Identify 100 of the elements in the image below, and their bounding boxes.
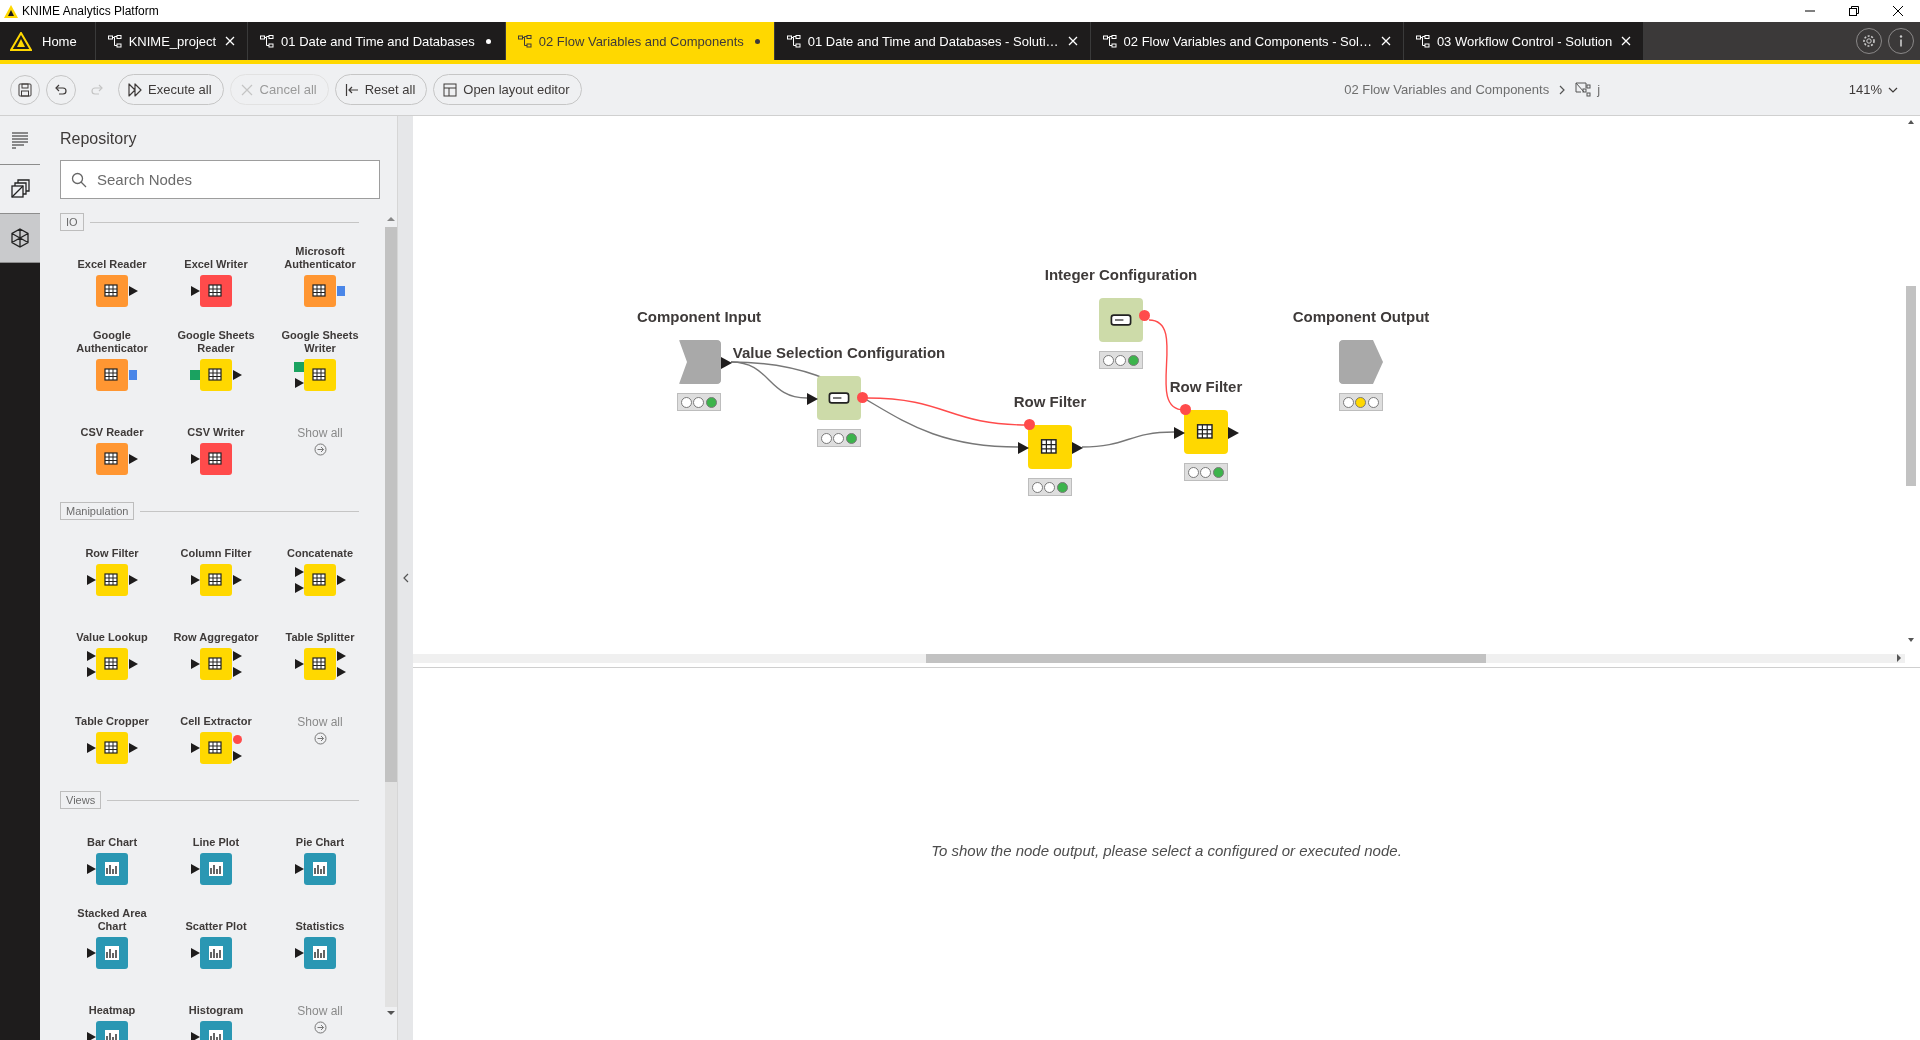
port-triangle-icon: [336, 575, 346, 585]
sidebar-tab[interactable]: [0, 165, 40, 214]
node-icon[interactable]: [817, 376, 861, 420]
component-icon: [1575, 82, 1592, 97]
node-label: Value Selection Configuration: [732, 344, 946, 362]
undo-button[interactable]: [46, 74, 76, 105]
node-label: Google Sheets Reader: [176, 329, 256, 355]
node-icon[interactable]: [200, 648, 232, 680]
node-label: Pie Chart: [294, 836, 346, 849]
node-icon[interactable]: [304, 275, 336, 307]
node-icon[interactable]: [304, 853, 336, 885]
port-square-icon: [129, 370, 137, 380]
component-output-node[interactable]: [1339, 340, 1383, 384]
node-icon[interactable]: [304, 648, 336, 680]
chevron-right-icon: [1559, 84, 1566, 95]
node-icon[interactable]: [200, 937, 232, 969]
collapse-icon[interactable]: [402, 573, 409, 583]
search-field[interactable]: Search Nodes: [60, 160, 380, 199]
close-icon: [225, 36, 236, 46]
node-label: Excel Reader: [76, 258, 148, 271]
cancel-icon: [239, 82, 254, 97]
horizontal-scrollbar[interactable]: [413, 651, 1905, 665]
toolbar-button[interactable]: Open layout editor: [433, 74, 582, 105]
search-icon: [71, 172, 87, 188]
node-glyph-icon: [102, 943, 122, 963]
node-icon[interactable]: [96, 937, 128, 969]
workflow-icon: [107, 34, 122, 48]
info-icon: [1898, 35, 1904, 47]
node-label: Histogram: [187, 1004, 245, 1017]
zoom-dropdown[interactable]: 141%: [1842, 81, 1904, 98]
node-icon[interactable]: [304, 937, 336, 969]
breadcrumb-link[interactable]: j: [1575, 82, 1601, 97]
port-dot-icon: [232, 735, 242, 745]
breadcrumb-link[interactable]: 02 Flow Variables and Components: [1344, 82, 1550, 97]
node-icon[interactable]: [96, 564, 128, 596]
node-icon[interactable]: [96, 853, 128, 885]
save-button[interactable]: [10, 74, 40, 105]
node-glyph-icon: [310, 859, 330, 879]
workflow-icon: [1415, 34, 1430, 48]
node-label: Row Filter: [84, 547, 140, 560]
tab[interactable]: Home: [0, 22, 96, 60]
node-icon[interactable]: [96, 648, 128, 680]
node-icon[interactable]: [200, 359, 232, 391]
node-glyph-icon: [206, 943, 226, 963]
port-triangle-icon: [232, 750, 242, 761]
node-icon[interactable]: [200, 564, 232, 596]
description-icon: [10, 130, 30, 150]
node-icon[interactable]: [96, 359, 128, 391]
arrow-circle-icon[interactable]: [313, 732, 327, 745]
port-dot-icon: [1180, 404, 1191, 415]
tab[interactable]: 02 Flow Variables and Components - Sol…: [1090, 22, 1404, 60]
component-input-node[interactable]: [677, 340, 721, 384]
tab[interactable]: 01 Date and Time and Databases: [248, 22, 506, 60]
port-dot-icon: [1024, 419, 1035, 430]
workflow-icon: [786, 34, 801, 48]
node-icon[interactable]: [200, 275, 232, 307]
layout-icon: [443, 82, 458, 97]
node-label: Component Output: [1292, 308, 1430, 326]
node-icon[interactable]: [1028, 425, 1072, 469]
port-square-icon: [190, 370, 200, 380]
arrow-circle-icon[interactable]: [313, 1021, 327, 1034]
tab[interactable]: 02 Flow Variables and Components: [505, 22, 775, 60]
port-dot-icon: [857, 392, 868, 403]
port-dot-icon: [1139, 310, 1150, 321]
node-label: Scatter Plot: [184, 920, 248, 933]
sidebar-tab[interactable]: [0, 214, 40, 263]
node-icon[interactable]: [200, 853, 232, 885]
arrow-circle-icon[interactable]: [313, 443, 327, 456]
port-square-icon: [337, 286, 345, 296]
toolbar-button[interactable]: Reset all: [334, 74, 428, 105]
node-icon[interactable]: [200, 732, 232, 764]
node-icon[interactable]: [96, 275, 128, 307]
port-triangle-icon: [128, 659, 138, 669]
category-label: Manipulation: [60, 502, 135, 520]
app-logo-icon: [4, 4, 18, 18]
node-icon[interactable]: [200, 443, 232, 475]
node-icon[interactable]: [1099, 298, 1143, 342]
node-icon[interactable]: [304, 359, 336, 391]
port-triangle-icon: [232, 370, 242, 380]
tab[interactable]: 03 Workflow Control - Solution: [1403, 22, 1645, 60]
workflow-icon: [517, 34, 532, 48]
tab[interactable]: 01 Date and Time and Databases - Soluti…: [774, 22, 1091, 60]
connection-line[interactable]: [1081, 431, 1175, 448]
node-label: Bar Chart: [85, 836, 139, 849]
port-triangle-icon: [807, 393, 818, 405]
node-icon[interactable]: [96, 443, 128, 475]
reset-icon: [344, 82, 359, 97]
node-label: Component Input: [636, 308, 762, 326]
close-icon: [1380, 36, 1391, 46]
node-label: CSV Writer: [186, 426, 246, 439]
tab[interactable]: KNIME_project: [95, 22, 249, 60]
node-icon[interactable]: [304, 564, 336, 596]
node-label: Google Sheets Writer: [280, 329, 360, 355]
toolbar-button[interactable]: Execute all: [118, 74, 224, 105]
node-icon[interactable]: [96, 732, 128, 764]
node-icon[interactable]: [1184, 410, 1228, 454]
node-label: Integer Configuration: [1044, 266, 1198, 284]
node-label: Microsoft Authenticator: [283, 245, 357, 271]
workflow-icon: [1102, 34, 1117, 48]
workflow-icon: [260, 34, 275, 48]
